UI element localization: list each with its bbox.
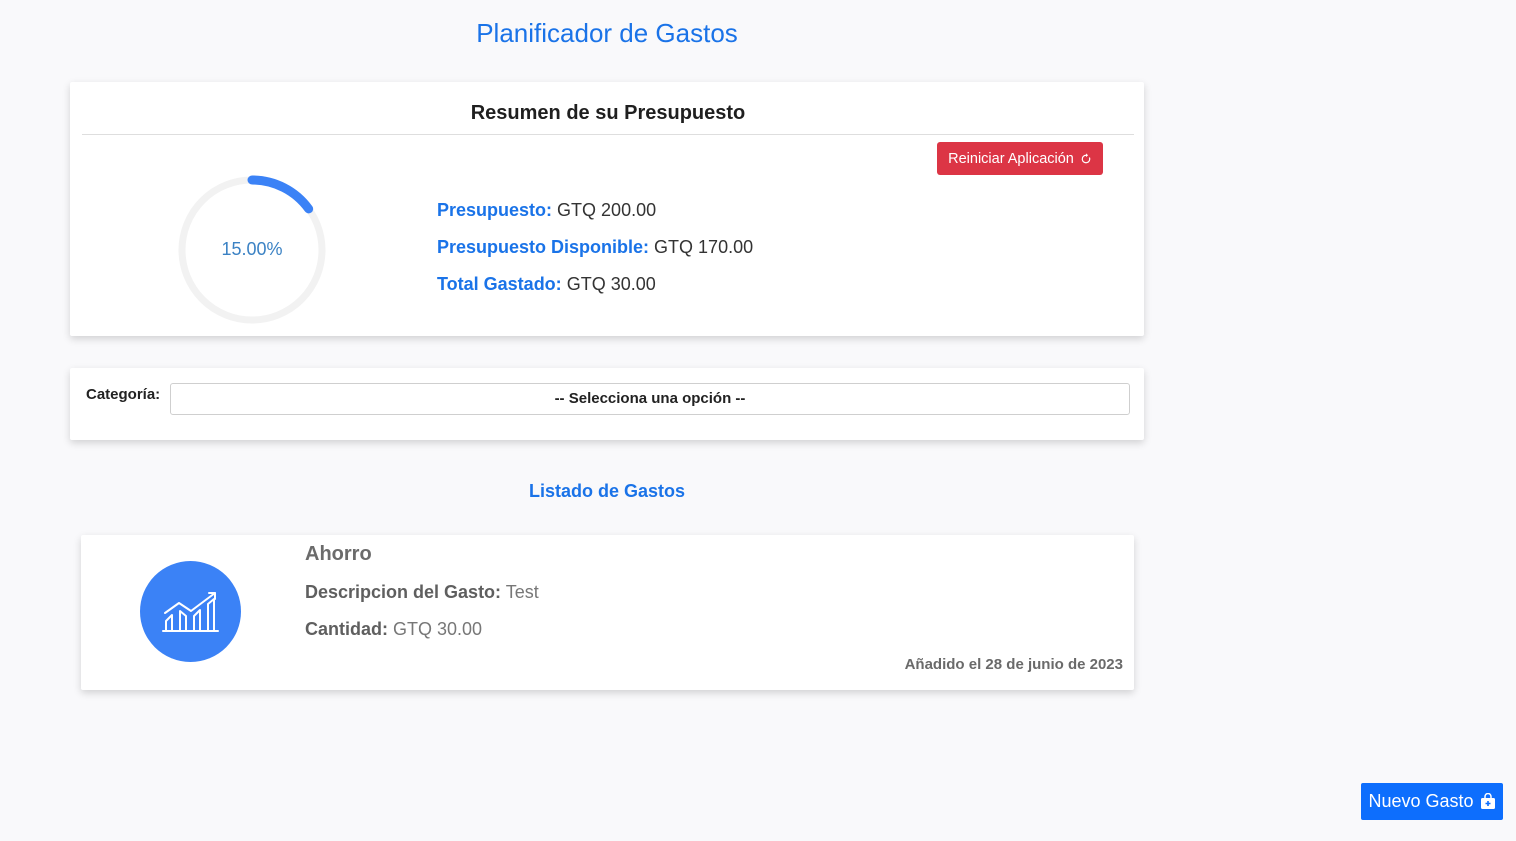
expense-amount-label: Cantidad: bbox=[305, 619, 388, 639]
expense-description: Descripcion del Gasto: Test bbox=[305, 582, 539, 603]
available-value: GTQ 170.00 bbox=[654, 237, 754, 257]
available-row: Presupuesto Disponible: GTQ 170.00 bbox=[437, 236, 753, 258]
bag-plus-icon bbox=[1480, 793, 1495, 809]
app-page: Planificador de Gastos Resumen de su Pre… bbox=[0, 0, 1516, 841]
savings-chart-svg bbox=[161, 591, 219, 632]
expense-description-label: Descripcion del Gasto: bbox=[305, 582, 502, 602]
expense-item[interactable]: Ahorro Descripcion del Gasto: Test Canti… bbox=[81, 535, 1134, 690]
budget-progress-ring: 15.00% bbox=[176, 174, 328, 326]
expense-amount: Cantidad: GTQ 30.00 bbox=[305, 619, 482, 640]
spent-value: GTQ 30.00 bbox=[566, 274, 656, 294]
budget-label: Presupuesto: bbox=[437, 200, 553, 220]
refresh-icon bbox=[1081, 152, 1091, 163]
budget-summary-card: Resumen de su Presupuesto Reiniciar Apli… bbox=[70, 82, 1144, 336]
category-filter-label: Categoría: bbox=[86, 386, 161, 403]
reset-button-label: Reiniciar Aplicación bbox=[948, 150, 1074, 167]
expense-list-title: Listado de Gastos bbox=[528, 481, 686, 501]
expense-date: Añadido el 28 de junio de 2023 bbox=[904, 656, 1123, 673]
new-expense-button[interactable]: Nuevo Gasto bbox=[1361, 783, 1503, 820]
budget-stats: Presupuesto: GTQ 200.00 Presupuesto Disp… bbox=[437, 199, 753, 310]
spent-row: Total Gastado: GTQ 30.00 bbox=[437, 273, 753, 295]
budget-value: GTQ 200.00 bbox=[557, 200, 657, 220]
savings-chart-icon bbox=[140, 561, 241, 662]
expense-amount-value: GTQ 30.00 bbox=[393, 619, 483, 639]
summary-title: Resumen de su Presupuesto bbox=[82, 102, 1134, 135]
app-title: Planificador de Gastos bbox=[476, 18, 738, 48]
expense-category: Ahorro bbox=[305, 543, 372, 565]
progress-percent: 15.00% bbox=[221, 239, 283, 259]
category-filter-select[interactable]: -- Selecciona una opción -- bbox=[170, 383, 1130, 415]
expense-description-value: Test bbox=[505, 582, 539, 602]
new-expense-label: Nuevo Gasto bbox=[1368, 791, 1474, 811]
available-label: Presupuesto Disponible: bbox=[437, 237, 650, 257]
spent-label: Total Gastado: bbox=[437, 274, 562, 294]
category-filter-card: Categoría: -- Selecciona una opción -- bbox=[70, 368, 1144, 440]
budget-row: Presupuesto: GTQ 200.00 bbox=[437, 199, 753, 221]
reset-app-button[interactable]: Reiniciar Aplicación bbox=[937, 142, 1103, 175]
